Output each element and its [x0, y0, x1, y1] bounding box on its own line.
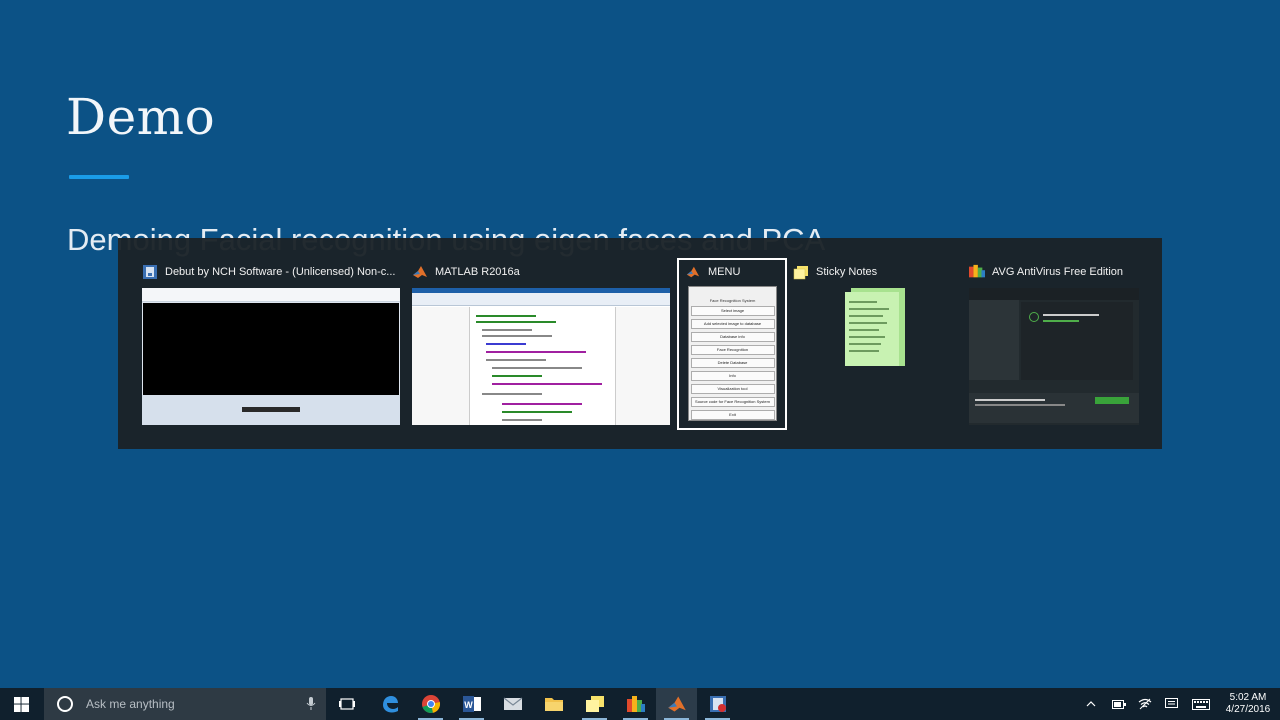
folder-icon	[544, 698, 563, 711]
cortana-icon	[57, 696, 73, 712]
debut-app-icon	[142, 264, 158, 280]
menu-button-face-recognition: Face Recognition	[690, 345, 775, 355]
taskbar: Ask me anything W 5:02 AM 4/27/2016	[0, 688, 1280, 720]
window-title: AVG AntiVirus Free Edition	[992, 266, 1124, 278]
taskbar-app-sticky-notes[interactable]	[574, 688, 615, 720]
taskbar-app-matlab[interactable]	[656, 688, 697, 720]
network-button[interactable]	[1134, 688, 1156, 720]
matlab-app-icon	[412, 264, 428, 280]
search-placeholder: Ask me anything	[86, 697, 175, 711]
menu-button-delete-database: Delete Database	[690, 358, 775, 368]
window-title: Debut by NCH Software - (Unlicensed) Non…	[165, 266, 396, 278]
menu-button-select-image: Select image	[690, 306, 775, 316]
menu-heading: Face Recognition System	[709, 298, 756, 303]
action-center-button[interactable]	[1160, 688, 1182, 720]
word-icon: W	[462, 696, 481, 712]
taskbar-app-word[interactable]: W	[451, 688, 492, 720]
taskbar-app-chrome[interactable]	[410, 688, 451, 720]
start-button[interactable]	[0, 688, 42, 720]
taskbar-app-file-explorer[interactable]	[533, 688, 574, 720]
avg-icon	[626, 696, 645, 712]
window-title: Sticky Notes	[816, 266, 878, 278]
svg-text:W: W	[464, 700, 473, 710]
clock-time: 5:02 AM	[1229, 692, 1267, 703]
windows-logo-icon	[13, 696, 29, 712]
chrome-icon	[421, 695, 440, 714]
menu-button-visualization: Visualization tool	[690, 384, 775, 394]
menu-button-source-code: Source code for Face Recognition System	[690, 397, 775, 407]
title-accent-rule	[69, 175, 129, 179]
switcher-item-menu[interactable]: MENU Face Recognition System Select imag…	[677, 258, 787, 430]
search-box[interactable]: Ask me anything	[44, 688, 326, 720]
taskbar-app-edge[interactable]	[369, 688, 410, 720]
avg-app-icon	[969, 264, 985, 280]
wifi-icon	[1138, 698, 1152, 710]
chevron-up-icon	[1086, 701, 1096, 707]
notification-icon	[1164, 698, 1178, 708]
window-header: Sticky Notes	[793, 262, 877, 282]
window-header: MENU	[685, 262, 740, 282]
window-header: AVG AntiVirus Free Edition	[969, 262, 1123, 282]
edge-icon	[382, 696, 398, 713]
taskbar-app-debut[interactable]	[697, 688, 738, 720]
switcher-item-matlab[interactable]: MATLAB R2016a	[412, 262, 670, 425]
taskbar-app-avg[interactable]	[615, 688, 656, 720]
microphone-icon	[306, 697, 316, 710]
battery-button[interactable]	[1108, 688, 1130, 720]
matlab-icon	[667, 696, 686, 712]
clock-button[interactable]: 5:02 AM 4/27/2016	[1218, 688, 1278, 720]
task-switcher: Debut by NCH Software - (Unlicensed) Non…	[118, 238, 1162, 449]
window-title: MATLAB R2016a	[435, 266, 520, 278]
show-hidden-icons-button[interactable]	[1080, 688, 1102, 720]
task-view-button[interactable]	[327, 688, 367, 720]
window-header: Debut by NCH Software - (Unlicensed) Non…	[142, 262, 395, 282]
sticky-note	[845, 292, 899, 366]
switcher-item-sticky-notes[interactable]: Sticky Notes	[793, 262, 943, 425]
task-view-icon	[339, 698, 355, 710]
window-header: MATLAB R2016a	[412, 262, 520, 282]
window-thumbnail	[969, 288, 1139, 425]
window-thumbnail	[142, 288, 400, 425]
window-thumbnail	[845, 288, 907, 368]
switcher-item-debut[interactable]: Debut by NCH Software - (Unlicensed) Non…	[142, 262, 400, 425]
window-thumbnail	[412, 288, 670, 425]
sticky-notes-app-icon	[793, 264, 809, 280]
window-title: MENU	[708, 266, 741, 278]
taskbar-app-mail[interactable]	[492, 688, 533, 720]
keyboard-icon	[1192, 698, 1210, 710]
debut-icon	[709, 696, 726, 712]
sticky-notes-icon	[585, 696, 604, 712]
touch-keyboard-button[interactable]	[1188, 688, 1214, 720]
menu-button-add-image: Add selected image to database	[690, 319, 775, 329]
mail-icon	[503, 697, 522, 710]
switcher-item-avg[interactable]: AVG AntiVirus Free Edition	[969, 262, 1139, 425]
menu-button-database-info: Database info	[690, 332, 775, 342]
clock-date: 4/27/2016	[1225, 704, 1271, 715]
battery-icon	[1112, 699, 1126, 709]
menu-button-exit: Exit	[690, 410, 775, 420]
slide-title: Demo	[66, 88, 216, 146]
menu-button-info: Info	[690, 371, 775, 381]
matlab-app-icon	[685, 264, 701, 280]
window-thumbnail: Face Recognition System Select image Add…	[688, 286, 777, 421]
